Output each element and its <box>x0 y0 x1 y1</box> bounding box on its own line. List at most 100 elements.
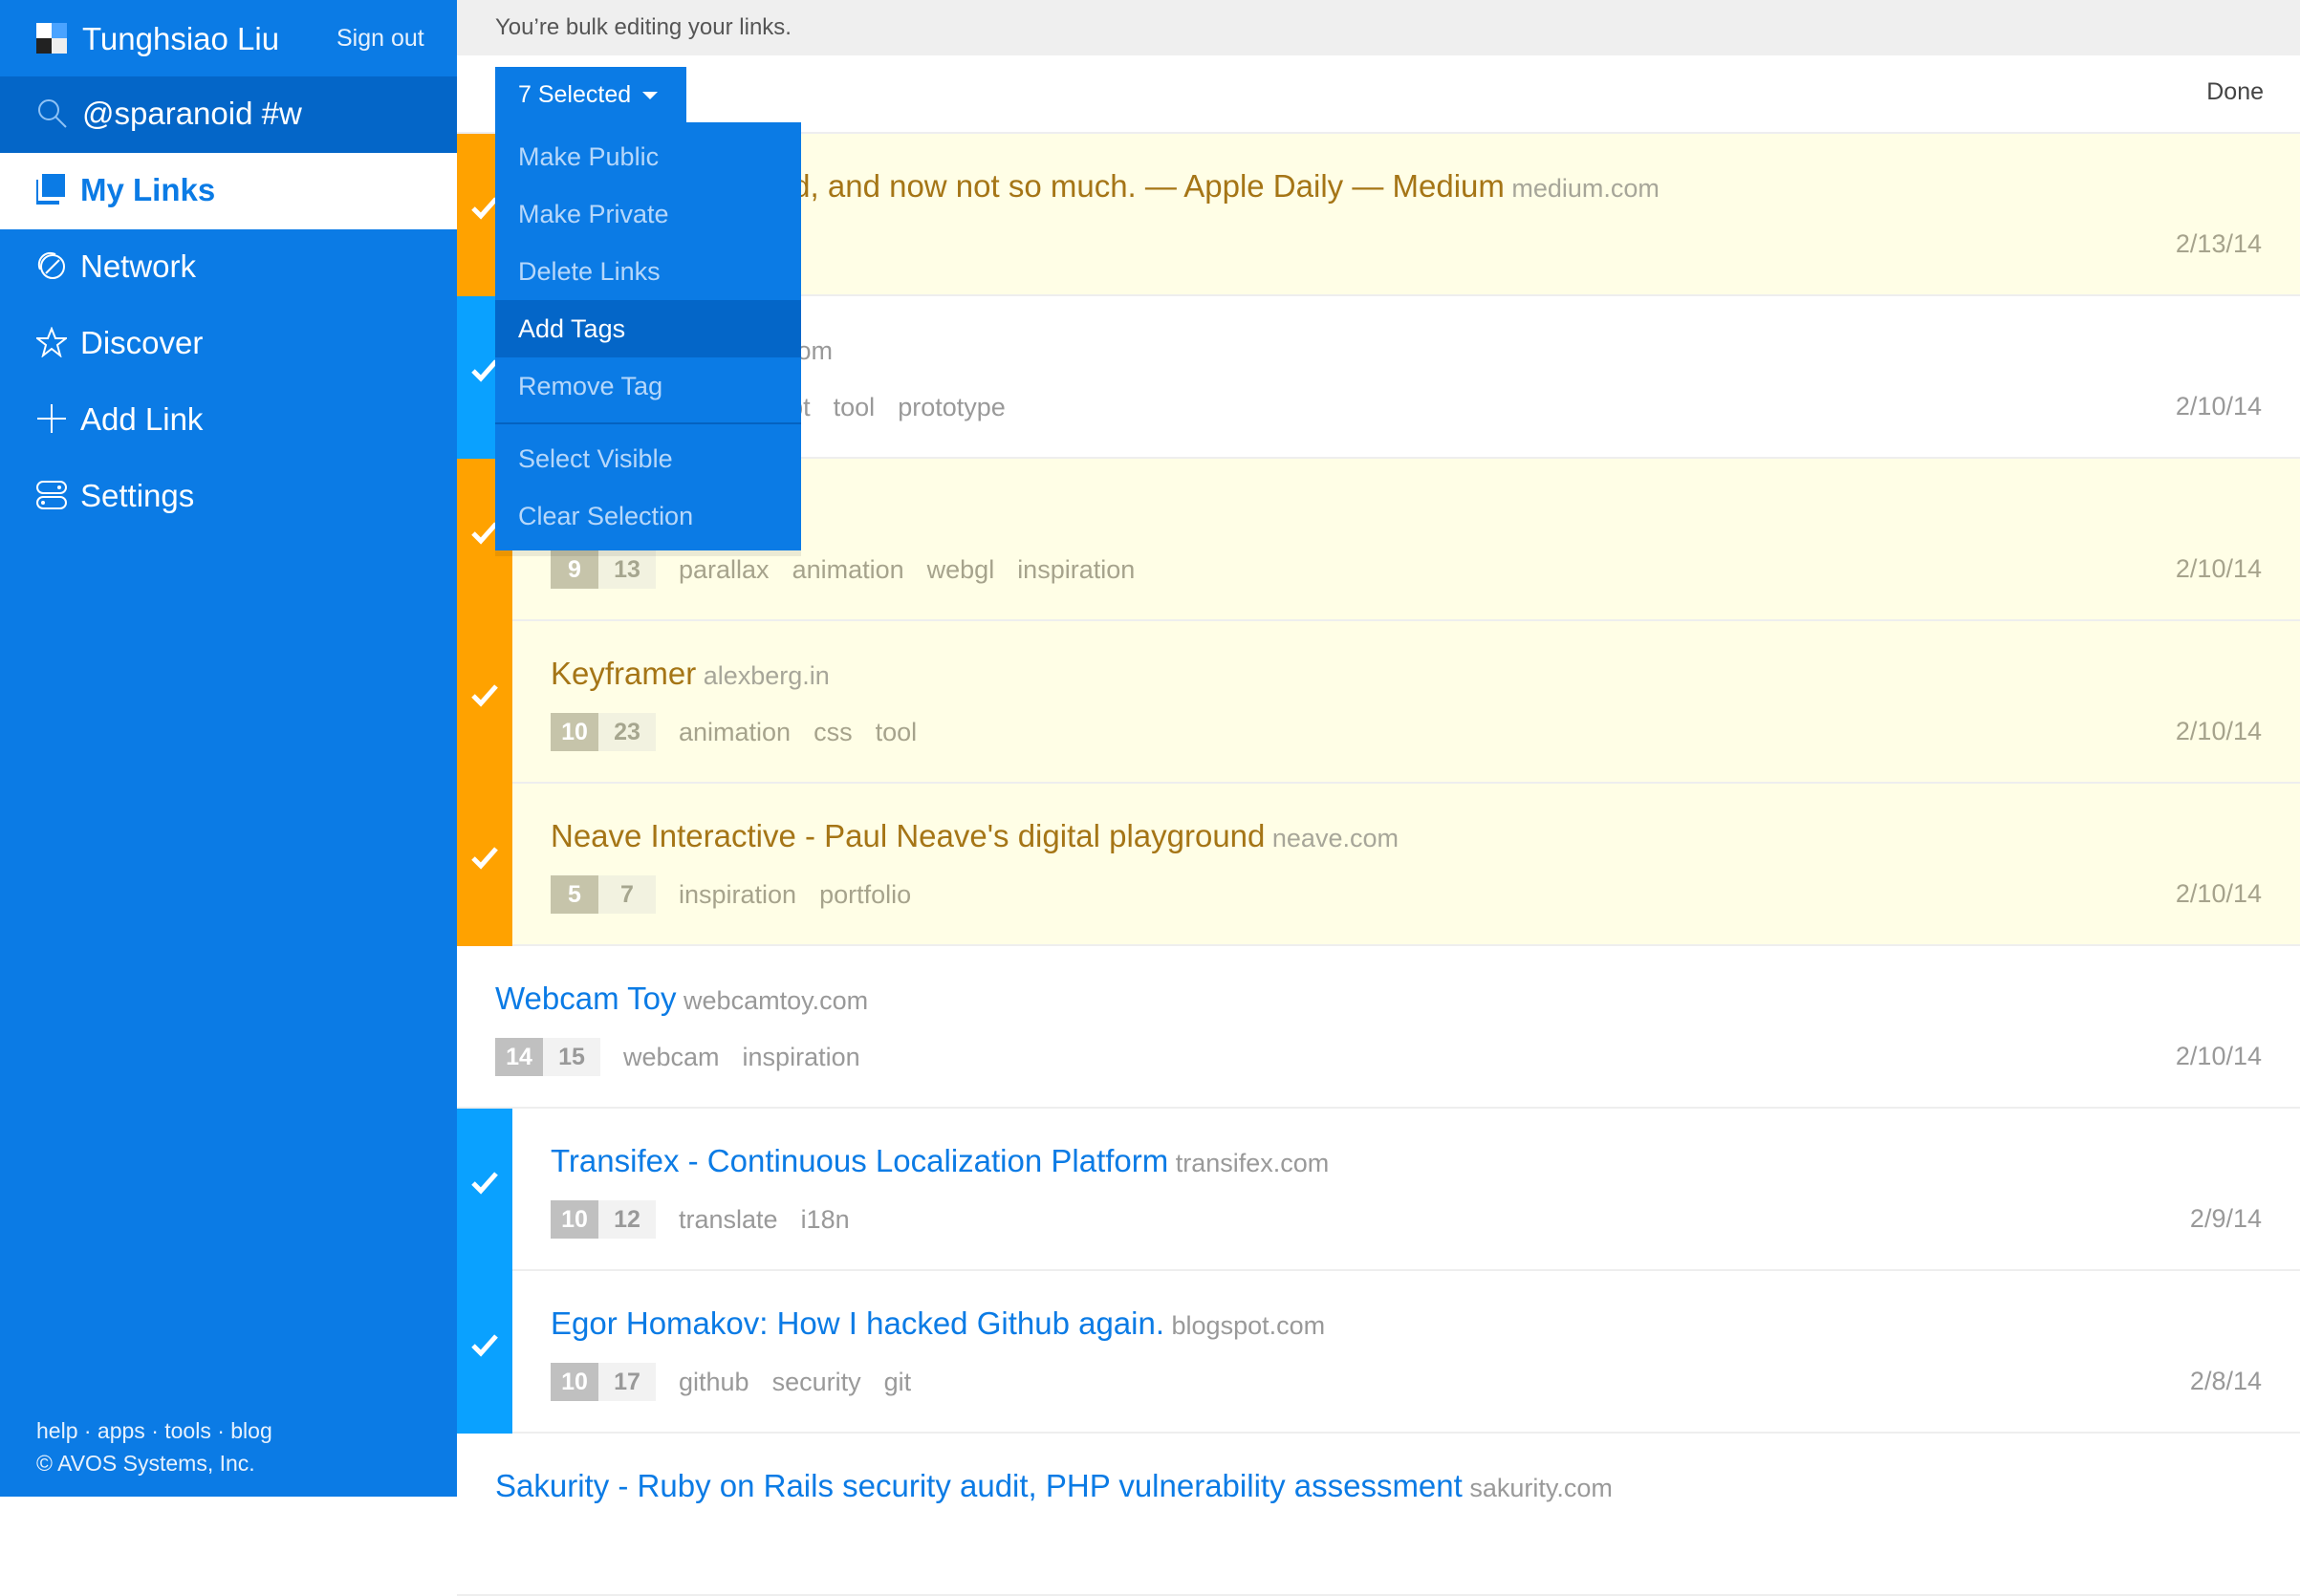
view-count-badge: 23 <box>598 713 656 751</box>
link-date: 2/10/14 <box>2175 1042 2262 1070</box>
tag-link[interactable]: security <box>772 1368 861 1397</box>
sidebar-item-label: Network <box>80 248 197 284</box>
menu-item-clear-selection[interactable]: Clear Selection <box>495 487 801 545</box>
link-domain: blogspot.com <box>1164 1311 1326 1340</box>
main-content: You’re bulk editing your links. 7 Select… <box>457 0 2300 1596</box>
sidebar: Tunghsiao Liu Sign out @sparanoid #w My … <box>0 0 457 1497</box>
link-date: 2/13/14 <box>2175 229 2262 258</box>
tag-link[interactable]: animation <box>792 555 904 585</box>
tag-link[interactable]: parallax <box>679 555 770 585</box>
link-date: 2/9/14 <box>2189 1204 2262 1233</box>
save-count-badge: 9 <box>551 550 598 589</box>
sidebar-item-settings[interactable]: Settings <box>0 459 457 535</box>
tag-link[interactable]: animation <box>679 718 791 747</box>
link-title-line: Neave Interactive - Paul Neave's digital… <box>551 818 1399 854</box>
tag-link[interactable]: prototype <box>898 393 1006 422</box>
tag-link[interactable]: github <box>679 1368 749 1397</box>
link-domain: alexberg.in <box>696 661 830 690</box>
link-title[interactable]: Webcam Toy <box>495 981 677 1016</box>
sidebar-item-label: Add Link <box>80 401 204 437</box>
link-row[interactable]: Egor Homakov: How I hacked Github again.… <box>457 1271 2300 1434</box>
link-title[interactable]: Keyframer <box>551 656 696 691</box>
footer-links[interactable]: help · apps · tools · blog <box>36 1414 272 1447</box>
view-count-badge: 13 <box>598 550 656 589</box>
link-title-line: Egor Homakov: How I hacked Github again.… <box>551 1305 1325 1342</box>
link-meta: 5 7 inspiration portfolio <box>551 875 911 914</box>
link-meta: 9 13 parallax animation webgl inspiration <box>551 550 1135 589</box>
sidebar-item-label: Discover <box>80 325 204 360</box>
link-title-line: Sakurity - Ruby on Rails security audit,… <box>495 1468 1613 1504</box>
done-button[interactable]: Done <box>2206 78 2264 106</box>
sidebar-item-add-link[interactable]: Add Link <box>0 382 457 459</box>
tag-link[interactable]: i18n <box>801 1205 850 1235</box>
selection-stripe[interactable] <box>457 784 512 946</box>
save-count-badge: 10 <box>551 1200 598 1239</box>
tag-link[interactable]: inspiration <box>679 880 796 910</box>
tag-link[interactable]: translate <box>679 1205 778 1235</box>
link-meta: 10 23 animation css tool <box>551 713 917 751</box>
checkmark-icon <box>471 1172 498 1195</box>
link-title[interactable]: Egor Homakov: How I hacked Github again. <box>551 1305 1164 1341</box>
sidebar-item-network[interactable]: Network <box>0 229 457 306</box>
link-row[interactable]: Sakurity - Ruby on Rails security audit,… <box>457 1434 2300 1596</box>
link-meta: 10 12 translate i18n <box>551 1200 850 1239</box>
link-title[interactable]: Neave Interactive - Paul Neave's digital… <box>551 818 1265 853</box>
network-icon <box>36 250 67 283</box>
copyright: © AVOS Systems, Inc. <box>36 1451 255 1476</box>
tag-link[interactable]: webcam <box>623 1043 720 1072</box>
selection-stripe[interactable] <box>457 621 512 784</box>
tag-link[interactable]: portfolio <box>819 880 911 910</box>
save-count-badge: 5 <box>551 875 598 914</box>
settings-icon <box>36 480 67 512</box>
tag-link[interactable]: inspiration <box>1017 555 1135 585</box>
link-title[interactable]: Transifex - Continuous Localization Plat… <box>551 1143 1168 1178</box>
tag-link[interactable]: tool <box>834 393 876 422</box>
checkmark-icon <box>471 1334 498 1357</box>
link-date: 2/10/14 <box>2175 879 2262 908</box>
link-domain: webcamtoy.com <box>676 986 869 1015</box>
link-date: 2/10/14 <box>2175 717 2262 745</box>
link-date: 2/10/14 <box>2175 392 2262 421</box>
tag-link[interactable]: git <box>884 1368 912 1397</box>
link-date: 2/8/14 <box>2189 1367 2262 1395</box>
my-links-icon <box>34 174 67 206</box>
sign-out-link[interactable]: Sign out <box>336 25 424 53</box>
menu-item-select-visible[interactable]: Select Visible <box>495 430 801 487</box>
view-count-badge: 7 <box>598 875 656 914</box>
user-name[interactable]: Tunghsiao Liu <box>82 21 279 57</box>
tag-link[interactable]: inspiration <box>743 1043 860 1072</box>
tag-link[interactable]: tool <box>876 718 918 747</box>
menu-item-add-tags[interactable]: Add Tags <box>495 300 801 357</box>
link-domain: transifex.com <box>1168 1149 1330 1177</box>
link-domain: sakurity.com <box>1462 1474 1613 1502</box>
tag-link[interactable]: css <box>814 718 853 747</box>
search-bar[interactable]: @sparanoid #w <box>0 76 457 153</box>
link-row[interactable]: Transifex - Continuous Localization Plat… <box>457 1109 2300 1271</box>
link-title-line: Webcam Toy webcamtoy.com <box>495 981 868 1017</box>
selection-dropdown-button[interactable]: 7 Selected <box>495 67 686 122</box>
link-domain: medium.com <box>1504 174 1660 203</box>
menu-item-delete-links[interactable]: Delete Links <box>495 243 801 300</box>
menu-divider <box>495 422 801 424</box>
star-icon <box>34 326 69 359</box>
link-title[interactable]: Sakurity - Ruby on Rails security audit,… <box>495 1468 1463 1503</box>
sidebar-header: Tunghsiao Liu Sign out <box>0 0 457 76</box>
link-meta: 10 17 github security git <box>551 1363 911 1401</box>
sidebar-item-discover[interactable]: Discover <box>0 306 457 382</box>
menu-item-make-public[interactable]: Make Public <box>495 128 801 185</box>
link-row[interactable]: Neave Interactive - Paul Neave's digital… <box>457 784 2300 946</box>
link-row[interactable]: Keyframer alexberg.in 10 23 animation css too… <box>457 621 2300 784</box>
link-title-line: Keyframer alexberg.in <box>551 656 830 692</box>
menu-item-remove-tag[interactable]: Remove Tag <box>495 357 801 415</box>
view-count-badge: 15 <box>543 1038 600 1076</box>
search-input[interactable]: @sparanoid #w <box>82 96 302 132</box>
tag-link[interactable]: webgl <box>927 555 995 585</box>
sidebar-item-my-links[interactable]: My Links <box>0 153 457 229</box>
menu-item-make-private[interactable]: Make Private <box>495 185 801 243</box>
selection-stripe[interactable] <box>457 1109 512 1271</box>
selected-count-label: 7 Selected <box>518 81 632 108</box>
save-count-badge: 10 <box>551 1363 598 1401</box>
link-row[interactable]: Webcam Toy webcamtoy.com 14 15 webcam inspir… <box>457 946 2300 1109</box>
checkmark-icon <box>471 684 498 707</box>
selection-stripe[interactable] <box>457 1271 512 1434</box>
